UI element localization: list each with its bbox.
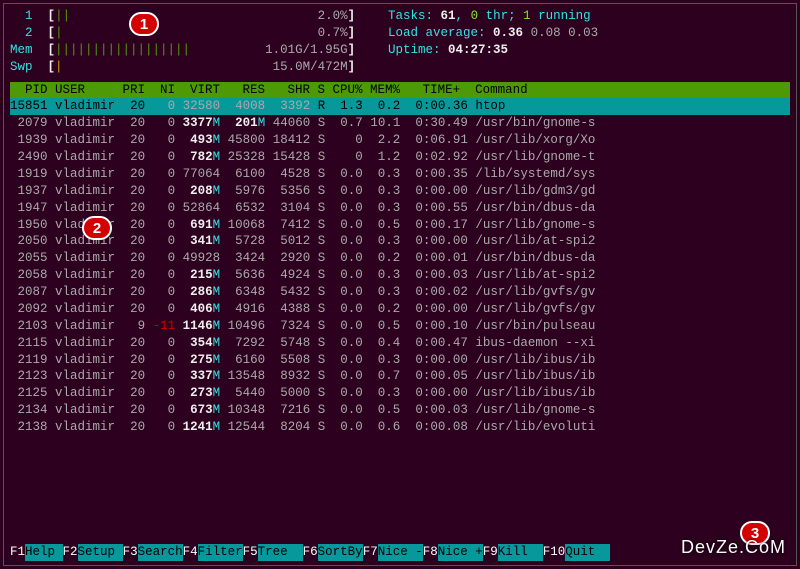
process-row[interactable]: 2050 vladimir 20 0 341M 5728 5012 S 0.0 … xyxy=(10,233,790,250)
fnkey-F2[interactable]: F2 xyxy=(63,545,78,559)
fnkey-F8[interactable]: F8 xyxy=(423,545,438,559)
process-row[interactable]: 2123 vladimir 20 0 337M 13548 8932 S 0.0… xyxy=(10,368,790,385)
process-row[interactable]: 1939 vladimir 20 0 493M 45800 18412 S 0 … xyxy=(10,132,790,149)
meters-column: 1 [|| 2.0%] 2 [| 0.7%]Mem [|||||||||||||… xyxy=(10,8,360,76)
summary-area: 1 [|| 2.0%] 2 [| 0.7%]Mem [|||||||||||||… xyxy=(10,8,790,76)
fnkey-F6[interactable]: F6 xyxy=(303,545,318,559)
load-line: Load average: 0.36 0.08 0.03 xyxy=(388,25,598,42)
fnkey-F9[interactable]: F9 xyxy=(483,545,498,559)
fnkey-F4[interactable]: F4 xyxy=(183,545,198,559)
swap-bar: Swp [| 15.0M/472M] xyxy=(10,59,360,76)
tasks-line: Tasks: 61, 0 thr; 1 running xyxy=(388,8,598,25)
cpu-bar-1: 1 [|| 2.0%] xyxy=(10,8,360,25)
process-row[interactable]: 1950 vladimir 20 0 691M 10068 7412 S 0.0… xyxy=(10,217,790,234)
process-row[interactable]: 1937 vladimir 20 0 208M 5976 5356 S 0.0 … xyxy=(10,183,790,200)
cpu-bar-2: 2 [| 0.7%] xyxy=(10,25,360,42)
watermark: DevZe.CoM xyxy=(681,535,786,559)
process-row[interactable]: 15851 vladimir 20 0 32580 4008 3392 R 1.… xyxy=(10,98,790,115)
process-row[interactable]: 2103 vladimir 9 -11 1146M 10496 7324 S 0… xyxy=(10,318,790,335)
process-row[interactable]: 2058 vladimir 20 0 215M 5636 4924 S 0.0 … xyxy=(10,267,790,284)
fnkey-F10[interactable]: F10 xyxy=(543,545,566,559)
stats-column: Tasks: 61, 0 thr; 1 running Load average… xyxy=(388,8,598,76)
process-row[interactable]: 2079 vladimir 20 0 3377M 201M 44060 S 0.… xyxy=(10,115,790,132)
process-row[interactable]: 2119 vladimir 20 0 275M 6160 5508 S 0.0 … xyxy=(10,352,790,369)
process-row[interactable]: 2134 vladimir 20 0 673M 10348 7216 S 0.0… xyxy=(10,402,790,419)
process-row[interactable]: 2490 vladimir 20 0 782M 25328 15428 S 0 … xyxy=(10,149,790,166)
mem-bar: Mem [|||||||||||||||||| 1.01G/1.95G] xyxy=(10,42,360,59)
uptime-line: Uptime: 04:27:35 xyxy=(388,42,598,59)
fnkey-F1[interactable]: F1 xyxy=(10,545,25,559)
process-row[interactable]: 2087 vladimir 20 0 286M 6348 5432 S 0.0 … xyxy=(10,284,790,301)
process-row[interactable]: 2115 vladimir 20 0 354M 7292 5748 S 0.0 … xyxy=(10,335,790,352)
process-row[interactable]: 2055 vladimir 20 0 49928 3424 2920 S 0.0… xyxy=(10,250,790,267)
function-key-bar[interactable]: F1Help F2Setup F3SearchF4FilterF5Tree F6… xyxy=(10,544,790,561)
fnkey-F3[interactable]: F3 xyxy=(123,545,138,559)
process-row[interactable]: 1919 vladimir 20 0 77064 6100 4528 S 0.0… xyxy=(10,166,790,183)
fnkey-F5[interactable]: F5 xyxy=(243,545,258,559)
fnkey-F7[interactable]: F7 xyxy=(363,545,378,559)
annotation-1: 1 xyxy=(129,12,159,36)
column-headers[interactable]: PID USER PRI NI VIRT RES SHR S CPU% MEM%… xyxy=(10,82,790,99)
process-list[interactable]: 15851 vladimir 20 0 32580 4008 3392 R 1.… xyxy=(10,98,790,436)
terminal-window[interactable]: 1 [|| 2.0%] 2 [| 0.7%]Mem [|||||||||||||… xyxy=(3,3,797,566)
process-row[interactable]: 2092 vladimir 20 0 406M 4916 4388 S 0.0 … xyxy=(10,301,790,318)
process-row[interactable]: 2138 vladimir 20 0 1241M 12544 8204 S 0.… xyxy=(10,419,790,436)
process-row[interactable]: 1947 vladimir 20 0 52864 6532 3104 S 0.0… xyxy=(10,200,790,217)
process-row[interactable]: 2125 vladimir 20 0 273M 5440 5000 S 0.0 … xyxy=(10,385,790,402)
annotation-2: 2 xyxy=(82,216,112,240)
